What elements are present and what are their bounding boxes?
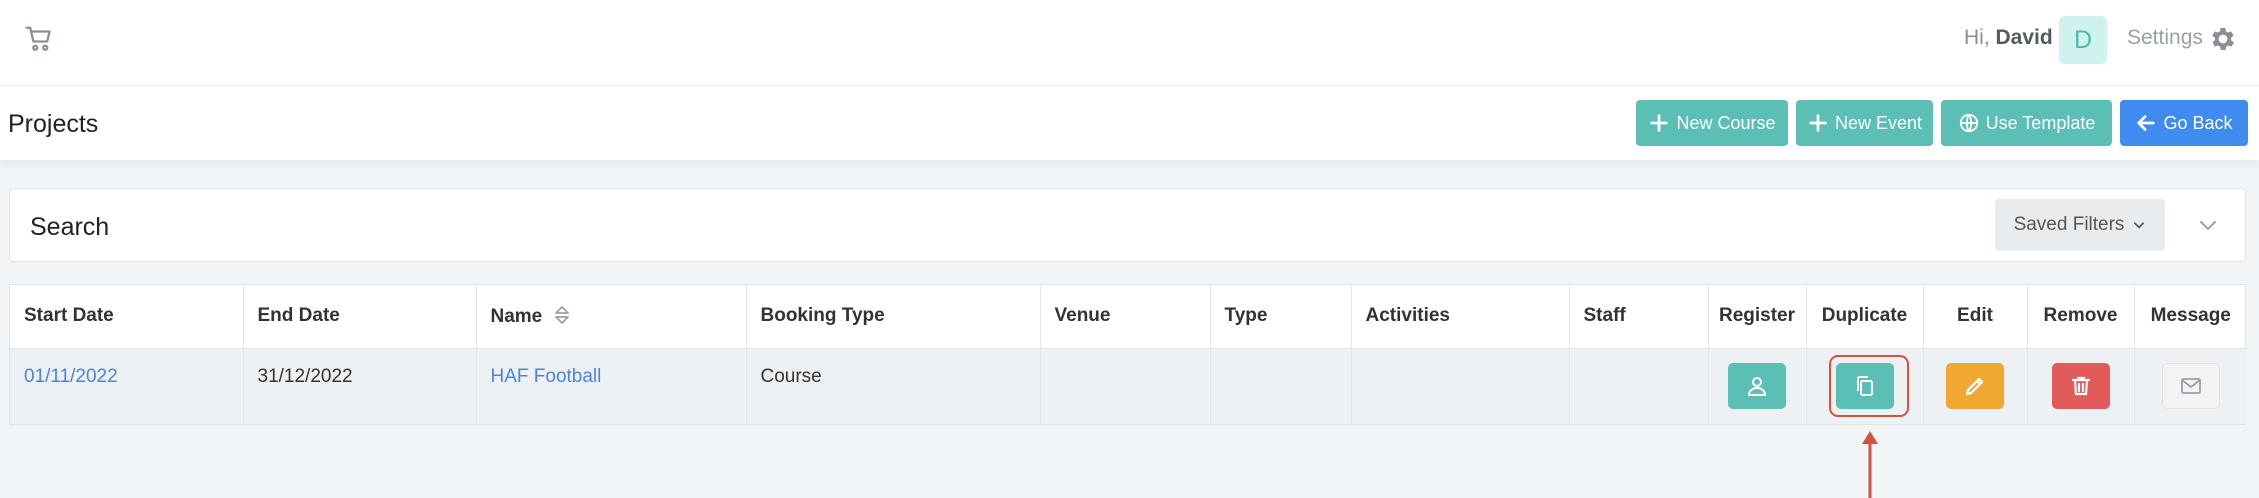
col-duplicate: Duplicate xyxy=(1806,285,1924,349)
activities-cell xyxy=(1351,348,1570,424)
col-start-date: Start Date xyxy=(10,285,244,349)
avatar[interactable]: D xyxy=(2059,16,2107,64)
plus-icon xyxy=(1809,114,1827,132)
use-template-button[interactable]: Use Template xyxy=(1941,100,2112,146)
new-event-button[interactable]: New Event xyxy=(1796,100,1933,146)
end-date-cell: 31/12/2022 xyxy=(243,348,477,424)
col-register: Register xyxy=(1708,285,1807,349)
col-end-date: End Date xyxy=(243,285,477,349)
settings-link[interactable]: Settings xyxy=(2127,26,2203,50)
start-date-link[interactable]: 01/11/2022 xyxy=(24,366,118,387)
message-button[interactable] xyxy=(2161,362,2220,409)
col-activities: Activities xyxy=(1351,285,1570,349)
sort-icon[interactable] xyxy=(554,304,570,326)
trash-icon xyxy=(2071,376,2090,395)
booking-type-cell: Course xyxy=(746,348,1041,424)
gear-icon[interactable] xyxy=(2208,24,2238,54)
envelope-icon xyxy=(2180,377,2201,394)
col-booking-type: Booking Type xyxy=(746,285,1041,349)
chevron-down-icon xyxy=(2134,222,2145,229)
page-header: Projects New Course New Event Use Templa… xyxy=(0,86,2259,160)
type-cell xyxy=(1210,348,1352,424)
saved-filters-dropdown[interactable]: Saved Filters xyxy=(1995,199,2165,251)
user-greeting: Hi, David xyxy=(1964,26,2053,50)
projects-table: Start Date End Date Name Booking Type Ve… xyxy=(9,284,2247,425)
col-name-label: Name xyxy=(490,306,543,328)
new-course-label: New Course xyxy=(1676,112,1776,133)
venue-cell xyxy=(1040,348,1211,424)
page-title: Projects xyxy=(8,110,99,138)
col-type: Type xyxy=(1210,285,1352,349)
go-back-label: Go Back xyxy=(2163,112,2233,133)
col-edit: Edit xyxy=(1923,285,2028,349)
col-staff: Staff xyxy=(1569,285,1709,349)
greeting-prefix: Hi, xyxy=(1964,26,1990,49)
col-name[interactable]: Name xyxy=(476,285,747,349)
new-course-button[interactable]: New Course xyxy=(1636,100,1788,146)
cart-icon[interactable] xyxy=(24,24,54,54)
table-header-row: Start Date End Date Name Booking Type Ve… xyxy=(10,285,2247,349)
chevron-down-icon[interactable] xyxy=(2196,213,2220,237)
edit-button[interactable] xyxy=(1946,362,2004,409)
top-bar: Hi, David D Settings xyxy=(0,0,2259,86)
go-back-button[interactable]: Go Back xyxy=(2120,100,2248,146)
saved-filters-label: Saved Filters xyxy=(2013,214,2125,235)
new-event-label: New Event xyxy=(1834,112,1923,133)
arrow-left-icon xyxy=(2137,115,2156,131)
col-message: Message xyxy=(2134,285,2247,349)
table-row: 01/11/2022 31/12/2022 HAF Football Cours… xyxy=(10,348,2247,424)
search-panel: Search Saved Filters xyxy=(9,188,2246,262)
arrow-up-icon xyxy=(1862,431,1878,498)
use-template-label: Use Template xyxy=(1985,112,2096,133)
register-button[interactable] xyxy=(1728,362,1786,409)
user-icon xyxy=(1747,376,1767,396)
col-venue: Venue xyxy=(1040,285,1211,349)
project-name-link[interactable]: HAF Football xyxy=(491,366,602,387)
pencil-icon xyxy=(1965,377,1984,395)
globe-icon xyxy=(1959,113,1978,133)
col-remove: Remove xyxy=(2027,285,2135,349)
search-heading[interactable]: Search xyxy=(30,213,109,242)
duplicate-highlight-box xyxy=(1829,355,1909,417)
plus-icon xyxy=(1650,114,1669,132)
remove-button[interactable] xyxy=(2051,362,2110,409)
staff-cell xyxy=(1569,348,1709,424)
user-name: David xyxy=(1995,26,2053,49)
